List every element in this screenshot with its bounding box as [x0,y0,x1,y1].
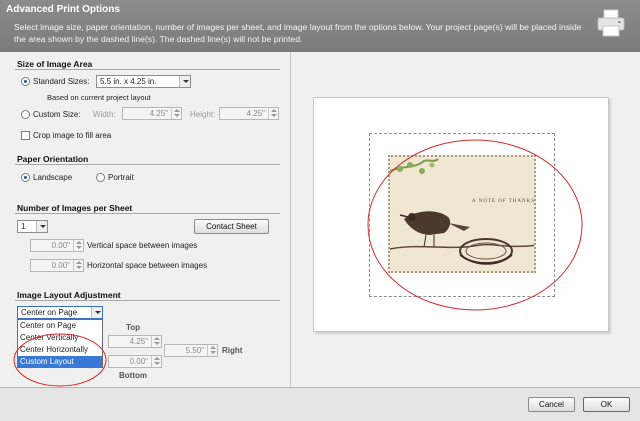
standard-size-radio[interactable] [21,77,30,86]
vertical-space-label: Vertical space between images [87,241,198,250]
images-count-select[interactable]: 1 [17,220,48,233]
width-stepper[interactable]: 4.25" [122,107,182,120]
chevron-down-icon [91,307,102,318]
height-value: 4.25" [246,109,265,118]
height-label: Height: [190,110,216,119]
bottom-label: Bottom [119,371,147,380]
stepper-arrows-icon[interactable] [73,240,83,251]
landscape-label: Landscape [33,173,73,182]
chevron-down-icon [179,76,190,87]
stepper-arrows-icon[interactable] [268,108,278,119]
dialog-title: Advanced Print Options [6,4,120,15]
landscape-radio[interactable] [21,173,30,182]
card-text: A NOTE OF THANKS [472,199,535,204]
contact-sheet-button[interactable]: Contact Sheet [194,219,269,234]
card-image: A NOTE OF THANKS [388,155,536,273]
layout-dropdown-list: Center on Page Center Vertically Center … [17,319,103,368]
section-title-size: Size of Image Area [17,59,93,69]
width-label: Width: [93,110,116,119]
right-stepper[interactable]: 5.50" [164,344,218,357]
chevron-down-icon [36,221,47,232]
section-title-orientation: Paper Orientation [17,154,89,164]
crop-label: Crop image to fill area [33,131,112,140]
custom-size-radio[interactable] [21,110,30,119]
layout-selected-value: Center on Page [21,308,78,317]
height-stepper[interactable]: 4.25" [219,107,279,120]
vertical-space-value: 0.00" [51,241,70,250]
standard-size-value: 5.5 in. x 4.25 in. [100,77,157,86]
stepper-arrows-icon[interactable] [171,108,181,119]
bottom-value: 0.00" [129,357,148,366]
layout-option-center-horizontally[interactable]: Center Horizontally [18,344,102,356]
vertical-space-stepper[interactable]: 0.00" [30,239,84,252]
horizontal-space-stepper[interactable]: 0.00" [30,259,84,272]
dialog-description: Select image size, paper orientation, nu… [14,22,582,44]
section-divider [15,164,280,165]
bottom-stepper[interactable]: 0.00" [108,355,162,368]
layout-option-center-page[interactable]: Center on Page [18,320,102,332]
layout-select[interactable]: Center on Page [17,306,103,319]
portrait-label: Portrait [108,173,134,182]
section-divider [15,213,280,214]
crop-checkbox[interactable] [21,131,30,140]
standard-size-note: Based on current project layout [47,93,151,102]
custom-size-label: Custom Size: [33,110,81,119]
section-title-images: Number of Images per Sheet [17,203,133,213]
layout-option-center-vertically[interactable]: Center Vertically [18,332,102,344]
dialog-header: Advanced Print Options Select image size… [0,0,640,52]
horizontal-space-value: 0.00" [51,261,70,270]
stepper-arrows-icon[interactable] [73,260,83,271]
top-value: 4.25" [129,337,148,346]
section-divider [15,300,280,301]
stepper-arrows-icon[interactable] [207,345,217,356]
cancel-button[interactable]: Cancel [528,397,575,412]
right-label: Right [222,346,243,355]
standard-size-label: Standard Sizes: [33,77,90,86]
section-title-layout: Image Layout Adjustment [17,290,121,300]
portrait-radio[interactable] [96,173,105,182]
stepper-arrows-icon[interactable] [151,356,161,367]
section-divider [15,69,280,70]
top-label: Top [126,323,141,332]
right-value: 5.50" [185,346,204,355]
top-stepper[interactable]: 4.25" [108,335,162,348]
width-value: 4.25" [149,109,168,118]
horizontal-space-label: Horizontal space between images [87,261,208,270]
ok-button[interactable]: OK [583,397,630,412]
standard-size-select[interactable]: 5.5 in. x 4.25 in. [96,75,191,88]
printer-icon [597,9,625,37]
layout-option-custom[interactable]: Custom Layout [18,356,102,368]
images-count-value: 1 [21,222,26,231]
bird-illustration [390,157,534,271]
stepper-arrows-icon[interactable] [151,336,161,347]
